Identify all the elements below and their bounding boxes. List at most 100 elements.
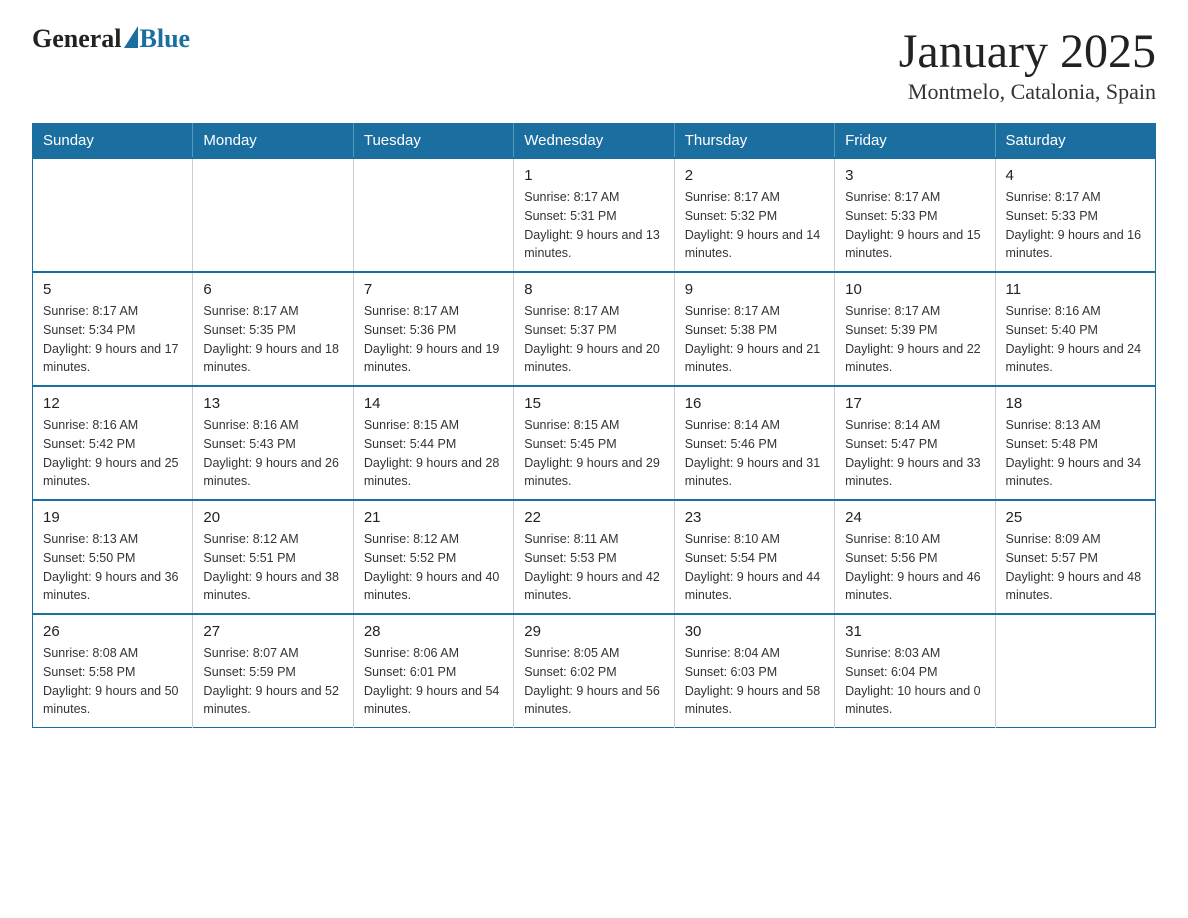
day-cell: 6 Sunrise: 8:17 AM Sunset: 5:35 PM Daylig… — [193, 272, 353, 386]
day-cell: 15Sunrise: 8:15 AM Sunset: 5:45 PM Dayli… — [514, 386, 674, 500]
day-number: 11 — [1006, 281, 1145, 298]
day-cell: 31Sunrise: 8:03 AM Sunset: 6:04 PM Dayli… — [835, 614, 995, 728]
day-number: 20 — [203, 509, 342, 526]
day-cell: 28Sunrise: 8:06 AM Sunset: 6:01 PM Dayli… — [353, 614, 513, 728]
day-cell: 16 Sunrise: 8:14 AM Sunset: 5:46 PM Dayli… — [674, 386, 834, 500]
day-cell: 24 Sunrise: 8:10 AM Sunset: 5:56 PM Dayli… — [835, 500, 995, 614]
day-number: 18 — [1006, 395, 1145, 412]
header-cell-tuesday: Tuesday — [353, 124, 513, 159]
day-cell: 7Sunrise: 8:17 AM Sunset: 5:36 PM Daylig… — [353, 272, 513, 386]
day-number: 26 — [43, 623, 182, 640]
day-cell: 12Sunrise: 8:16 AM Sunset: 5:42 PM Dayli… — [33, 386, 193, 500]
day-number: 16 — [685, 395, 824, 412]
day-cell: 1 Sunrise: 8:17 AM Sunset: 5:31 PM Daylig… — [514, 158, 674, 272]
calendar-header: SundayMondayTuesdayWednesdayThursdayFrid… — [33, 124, 1156, 159]
day-info: Sunrise: 8:17 AM Sunset: 5:31 PM Dayligh… — [524, 188, 663, 263]
day-number: 10 — [845, 281, 984, 298]
day-info: Sunrise: 8:17 AM Sunset: 5:34 PM Dayligh… — [43, 302, 182, 377]
day-cell: 30Sunrise: 8:04 AM Sunset: 6:03 PM Dayli… — [674, 614, 834, 728]
header-cell-friday: Friday — [835, 124, 995, 159]
day-cell: 3 Sunrise: 8:17 AM Sunset: 5:33 PM Daylig… — [835, 158, 995, 272]
day-number: 19 — [43, 509, 182, 526]
day-cell: 2 Sunrise: 8:17 AM Sunset: 5:32 PM Daylig… — [674, 158, 834, 272]
day-cell: 21Sunrise: 8:12 AM Sunset: 5:52 PM Dayli… — [353, 500, 513, 614]
day-info: Sunrise: 8:16 AM Sunset: 5:43 PM Dayligh… — [203, 416, 342, 491]
day-info: Sunrise: 8:05 AM Sunset: 6:02 PM Dayligh… — [524, 644, 663, 719]
day-cell: 19 Sunrise: 8:13 AM Sunset: 5:50 PM Dayli… — [33, 500, 193, 614]
day-cell: 20 Sunrise: 8:12 AM Sunset: 5:51 PM Dayli… — [193, 500, 353, 614]
week-row-3: 19 Sunrise: 8:13 AM Sunset: 5:50 PM Dayli… — [33, 500, 1156, 614]
day-cell: 23 Sunrise: 8:10 AM Sunset: 5:54 PM Dayli… — [674, 500, 834, 614]
day-info: Sunrise: 8:10 AM Sunset: 5:56 PM Dayligh… — [845, 530, 984, 605]
day-cell: 8 Sunrise: 8:17 AM Sunset: 5:37 PM Daylig… — [514, 272, 674, 386]
day-info: Sunrise: 8:12 AM Sunset: 5:51 PM Dayligh… — [203, 530, 342, 605]
day-cell: 22 Sunrise: 8:11 AM Sunset: 5:53 PM Dayli… — [514, 500, 674, 614]
day-number: 13 — [203, 395, 342, 412]
day-info: Sunrise: 8:17 AM Sunset: 5:38 PM Dayligh… — [685, 302, 824, 377]
day-cell — [33, 158, 193, 272]
calendar-table: SundayMondayTuesdayWednesdayThursdayFrid… — [32, 123, 1156, 728]
logo-triangle-icon — [124, 26, 138, 48]
day-info: Sunrise: 8:16 AM Sunset: 5:40 PM Dayligh… — [1006, 302, 1145, 377]
day-number: 14 — [364, 395, 503, 412]
day-info: Sunrise: 8:17 AM Sunset: 5:36 PM Dayligh… — [364, 302, 503, 377]
day-cell: 25Sunrise: 8:09 AM Sunset: 5:57 PM Dayli… — [995, 500, 1155, 614]
day-number: 17 — [845, 395, 984, 412]
day-number: 28 — [364, 623, 503, 640]
day-info: Sunrise: 8:17 AM Sunset: 5:39 PM Dayligh… — [845, 302, 984, 377]
day-number: 24 — [845, 509, 984, 526]
day-info: Sunrise: 8:12 AM Sunset: 5:52 PM Dayligh… — [364, 530, 503, 605]
header-cell-wednesday: Wednesday — [514, 124, 674, 159]
day-info: Sunrise: 8:08 AM Sunset: 5:58 PM Dayligh… — [43, 644, 182, 719]
page-subtitle: Montmelo, Catalonia, Spain — [899, 79, 1156, 105]
day-info: Sunrise: 8:04 AM Sunset: 6:03 PM Dayligh… — [685, 644, 824, 719]
day-number: 1 — [524, 167, 663, 184]
header-cell-thursday: Thursday — [674, 124, 834, 159]
day-number: 12 — [43, 395, 182, 412]
header-cell-monday: Monday — [193, 124, 353, 159]
day-info: Sunrise: 8:10 AM Sunset: 5:54 PM Dayligh… — [685, 530, 824, 605]
day-cell — [995, 614, 1155, 728]
day-cell: 11 Sunrise: 8:16 AM Sunset: 5:40 PM Dayli… — [995, 272, 1155, 386]
day-info: Sunrise: 8:17 AM Sunset: 5:35 PM Dayligh… — [203, 302, 342, 377]
day-cell: 26 Sunrise: 8:08 AM Sunset: 5:58 PM Dayli… — [33, 614, 193, 728]
day-cell: 14 Sunrise: 8:15 AM Sunset: 5:44 PM Dayli… — [353, 386, 513, 500]
day-number: 27 — [203, 623, 342, 640]
header-cell-sunday: Sunday — [33, 124, 193, 159]
day-number: 2 — [685, 167, 824, 184]
day-number: 5 — [43, 281, 182, 298]
week-row-2: 12Sunrise: 8:16 AM Sunset: 5:42 PM Dayli… — [33, 386, 1156, 500]
day-number: 3 — [845, 167, 984, 184]
day-info: Sunrise: 8:11 AM Sunset: 5:53 PM Dayligh… — [524, 530, 663, 605]
day-cell: 27Sunrise: 8:07 AM Sunset: 5:59 PM Dayli… — [193, 614, 353, 728]
day-info: Sunrise: 8:15 AM Sunset: 5:45 PM Dayligh… — [524, 416, 663, 491]
day-cell: 9Sunrise: 8:17 AM Sunset: 5:38 PM Daylig… — [674, 272, 834, 386]
day-number: 6 — [203, 281, 342, 298]
logo-general-text: General — [32, 24, 122, 54]
day-cell: 29 Sunrise: 8:05 AM Sunset: 6:02 PM Dayli… — [514, 614, 674, 728]
week-row-4: 26 Sunrise: 8:08 AM Sunset: 5:58 PM Dayli… — [33, 614, 1156, 728]
day-info: Sunrise: 8:17 AM Sunset: 5:32 PM Dayligh… — [685, 188, 824, 263]
day-info: Sunrise: 8:13 AM Sunset: 5:50 PM Dayligh… — [43, 530, 182, 605]
day-number: 8 — [524, 281, 663, 298]
day-info: Sunrise: 8:03 AM Sunset: 6:04 PM Dayligh… — [845, 644, 984, 719]
page-header: General Blue January 2025 Montmelo, Cata… — [32, 24, 1156, 105]
logo-blue-text: Blue — [140, 24, 191, 54]
day-number: 22 — [524, 509, 663, 526]
calendar-body: 1 Sunrise: 8:17 AM Sunset: 5:31 PM Daylig… — [33, 158, 1156, 728]
day-number: 23 — [685, 509, 824, 526]
header-row: SundayMondayTuesdayWednesdayThursdayFrid… — [33, 124, 1156, 159]
day-cell — [353, 158, 513, 272]
day-info: Sunrise: 8:17 AM Sunset: 5:37 PM Dayligh… — [524, 302, 663, 377]
day-cell: 13 Sunrise: 8:16 AM Sunset: 5:43 PM Dayli… — [193, 386, 353, 500]
day-info: Sunrise: 8:15 AM Sunset: 5:44 PM Dayligh… — [364, 416, 503, 491]
day-info: Sunrise: 8:14 AM Sunset: 5:47 PM Dayligh… — [845, 416, 984, 491]
day-info: Sunrise: 8:14 AM Sunset: 5:46 PM Dayligh… — [685, 416, 824, 491]
day-info: Sunrise: 8:17 AM Sunset: 5:33 PM Dayligh… — [845, 188, 984, 263]
day-number: 29 — [524, 623, 663, 640]
day-cell: 4Sunrise: 8:17 AM Sunset: 5:33 PM Daylig… — [995, 158, 1155, 272]
day-number: 25 — [1006, 509, 1145, 526]
day-info: Sunrise: 8:13 AM Sunset: 5:48 PM Dayligh… — [1006, 416, 1145, 491]
day-cell: 10 Sunrise: 8:17 AM Sunset: 5:39 PM Dayli… — [835, 272, 995, 386]
day-cell: 5 Sunrise: 8:17 AM Sunset: 5:34 PM Daylig… — [33, 272, 193, 386]
